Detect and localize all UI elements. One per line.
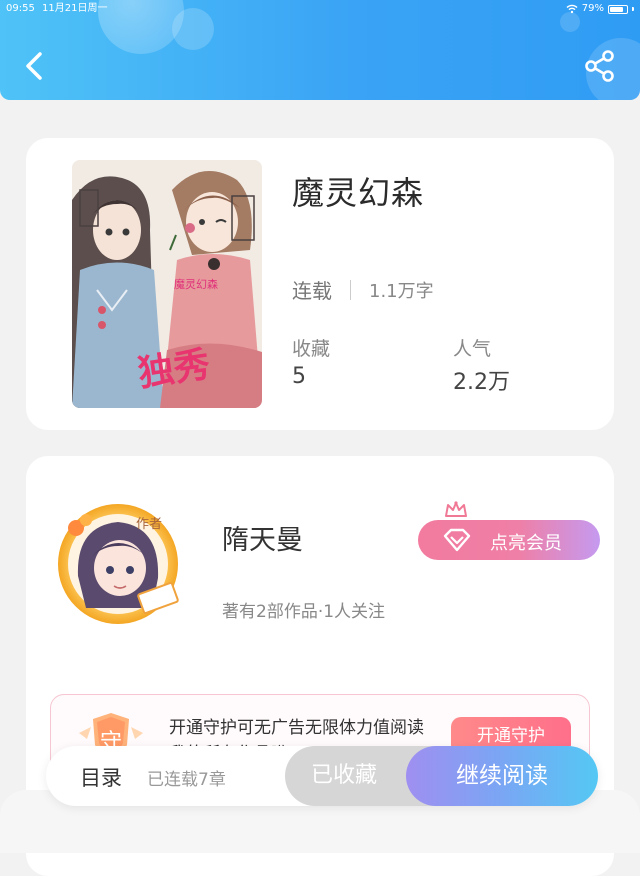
battery-nub bbox=[632, 7, 634, 11]
battery-percent: 79% bbox=[581, 3, 604, 14]
back-button[interactable] bbox=[18, 46, 52, 86]
collect-value: 5 bbox=[292, 364, 306, 389]
collect-label: 收藏 bbox=[292, 338, 331, 360]
meta-divider bbox=[350, 279, 351, 300]
status-bar: 09:55 11月21日周一 79% bbox=[0, 0, 640, 18]
share-icon bbox=[585, 50, 614, 82]
author-name: 隋天曼 bbox=[222, 525, 303, 556]
chapter-count: 已连载7章 bbox=[147, 770, 226, 790]
chevron-left-icon bbox=[26, 52, 42, 80]
status-date: 11月21日周一 bbox=[42, 3, 108, 14]
toc-button[interactable]: 目录 bbox=[80, 762, 122, 792]
popularity-label: 人气 bbox=[453, 338, 492, 360]
vip-button[interactable]: 点亮会员 bbox=[418, 520, 600, 560]
book-cover[interactable]: 魔灵幻森 独秀 bbox=[72, 160, 262, 408]
battery-icon bbox=[608, 4, 628, 14]
battery-level bbox=[610, 6, 623, 12]
vip-button-label: 点亮会员 bbox=[490, 533, 562, 554]
diamond-icon bbox=[443, 528, 471, 552]
status-time: 09:55 bbox=[6, 3, 35, 14]
book-info-card: 魔灵幻森 独秀 魔灵幻森 连载 1.1万字 收藏 5 人气 2.2万 bbox=[26, 138, 614, 430]
book-cover-illustration: 魔灵幻森 独秀 bbox=[72, 160, 262, 408]
share-button[interactable] bbox=[582, 48, 618, 84]
book-word-count: 1.1万字 bbox=[369, 280, 434, 302]
book-title: 魔灵幻森 bbox=[292, 174, 425, 212]
author-badge: 作者 bbox=[136, 517, 162, 532]
author-stats: 著有2部作品·1人关注 bbox=[222, 602, 386, 622]
crown-icon bbox=[445, 501, 467, 517]
status-right: 79% bbox=[566, 1, 634, 17]
popularity-value: 2.2万 bbox=[453, 370, 510, 395]
wifi-icon bbox=[566, 4, 578, 14]
bottom-action-bar: 目录 已连载7章 已收藏 继续阅读 bbox=[46, 746, 598, 806]
book-meta: 连载 1.1万字 bbox=[292, 275, 434, 304]
author-avatar[interactable]: 作者 bbox=[56, 496, 186, 626]
author-avatar-image: 作者 bbox=[58, 504, 179, 624]
continue-reading-button[interactable]: 继续阅读 bbox=[406, 746, 598, 806]
cover-tag: 魔灵幻森 bbox=[174, 277, 218, 291]
book-status: 连载 bbox=[292, 279, 332, 303]
header-bar: 09:55 11月21日周一 79% bbox=[0, 0, 640, 100]
